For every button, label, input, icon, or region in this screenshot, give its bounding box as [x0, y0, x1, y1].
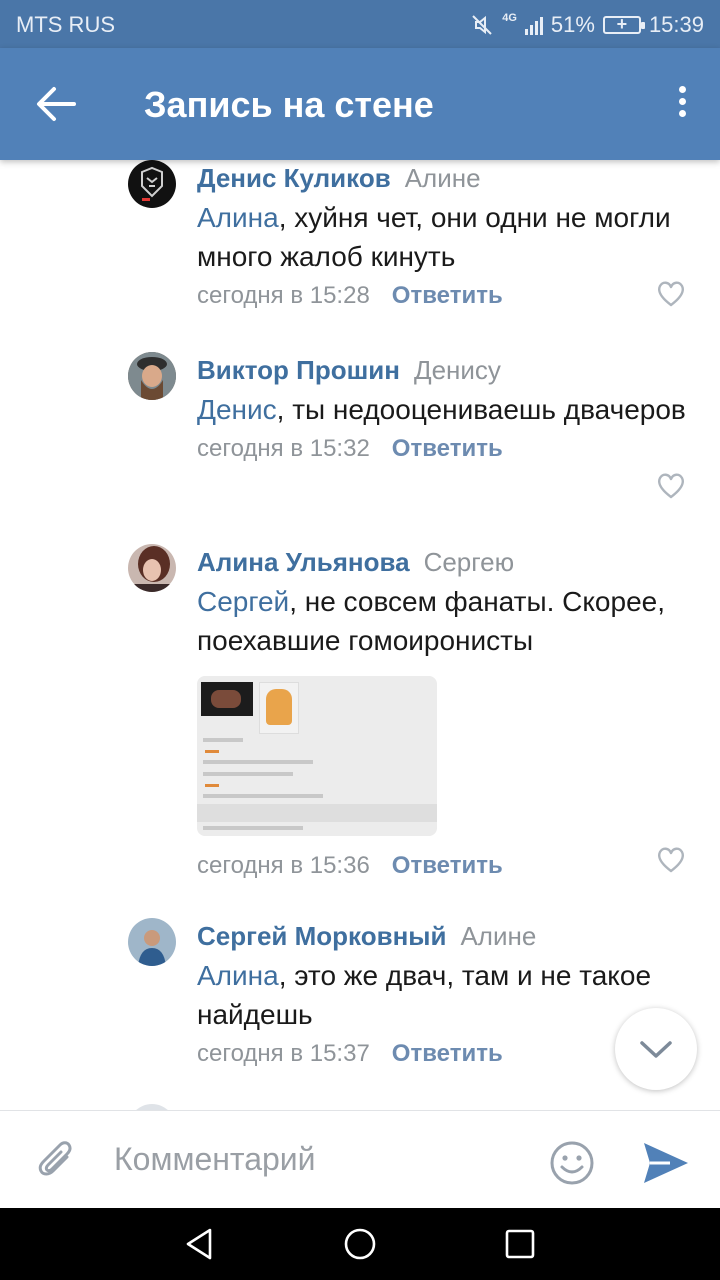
author-name[interactable]: Алина Ульянова: [197, 547, 410, 577]
comment-text: Сергей, не совсем фанаты. Скорее, поехав…: [197, 582, 690, 660]
nav-recents-icon[interactable]: [502, 1226, 538, 1262]
avatar[interactable]: [128, 352, 176, 400]
comment-text: Денис, ты недооцениваешь двачеров: [197, 390, 690, 429]
author-name[interactable]: Виктор Прошин: [197, 355, 400, 385]
comment-time: сегодня в 15:32: [197, 435, 370, 462]
avatar[interactable]: [128, 160, 176, 208]
scroll-down-button[interactable]: [615, 1008, 697, 1090]
comment-meta: сегодня в 15:32 Ответить: [197, 431, 690, 467]
avatar[interactable]: [128, 918, 176, 966]
mention-link[interactable]: Алина: [197, 202, 279, 233]
clock: 15:39: [648, 12, 704, 37]
comment-header: Виктор Прошин Денису: [197, 352, 690, 388]
nav-home-icon[interactable]: [342, 1226, 378, 1262]
reply-to[interactable]: Денису: [414, 355, 501, 385]
smile-icon[interactable]: [548, 1139, 596, 1187]
chevron-down-icon: [640, 1041, 672, 1058]
comment-time: сегодня в 15:28: [197, 282, 370, 309]
comment-time: сегодня в 15:37: [197, 1040, 370, 1067]
paperclip-icon[interactable]: [34, 1139, 80, 1185]
heart-icon[interactable]: [656, 280, 686, 308]
comment-meta: сегодня в 15:36 Ответить: [197, 848, 690, 884]
reply-to[interactable]: Алине: [460, 921, 536, 951]
comment-content: Виктор Прошин Денису Денис, ты недооценив…: [197, 352, 690, 467]
battery-icon: +: [602, 14, 645, 34]
comment-composer: Комментарий: [0, 1110, 720, 1208]
reply-to[interactable]: Алине: [405, 163, 481, 193]
author-name[interactable]: Денис Куликов: [197, 163, 391, 193]
comment-text: Алина, хуйня чет, они одни не могли мног…: [197, 198, 690, 276]
comment-input[interactable]: Комментарий: [114, 1141, 316, 1178]
comment-content: Алина Ульянова Сергею Сергей, не совсем ф…: [197, 544, 690, 884]
author-name[interactable]: Сергей Морковный: [197, 921, 446, 951]
mention-link[interactable]: Алина: [197, 960, 279, 991]
reply-button[interactable]: Ответить: [392, 1040, 503, 1067]
network-type: 4G: [502, 12, 517, 24]
comment-text-body: , ты недооцениваешь двачеров: [276, 394, 686, 425]
app-bar: Запись на стене: [0, 48, 720, 160]
comment-header: Денис Куликов Алине: [197, 160, 690, 196]
battery-percent: 51%: [550, 12, 595, 37]
image-attachment[interactable]: [197, 676, 437, 836]
comment-meta: сегодня в 15:28 Ответить: [197, 278, 690, 314]
comment-header: Сергей Морковный Алине: [197, 918, 690, 954]
page-title: Запись на стене: [144, 84, 434, 125]
comment-time: сегодня в 15:36: [197, 852, 370, 879]
mute-icon: [472, 15, 492, 35]
reply-button[interactable]: Ответить: [392, 852, 503, 879]
avatar[interactable]: [128, 544, 176, 592]
comment-header: Алина Ульянова Сергею: [197, 544, 690, 580]
heart-icon[interactable]: [656, 472, 686, 500]
comment-content: Денис Куликов Алине Алина, хуйня чет, они…: [197, 160, 690, 314]
status-icons: 4G 51% + 15:39: [470, 12, 704, 38]
reply-button[interactable]: Ответить: [392, 435, 503, 462]
arrow-left-icon[interactable]: [34, 84, 78, 124]
send-icon[interactable]: [640, 1139, 692, 1187]
nav-back-icon[interactable]: [182, 1226, 218, 1262]
mention-link[interactable]: Сергей: [197, 586, 289, 617]
signal-icon: [524, 15, 543, 35]
more-vertical-icon[interactable]: [676, 86, 688, 122]
mention-link[interactable]: Денис: [197, 394, 277, 425]
system-nav-bar: [0, 1208, 720, 1280]
status-bar: MTS RUS 4G 51% + 15:39: [0, 0, 720, 48]
reply-button[interactable]: Ответить: [392, 282, 503, 309]
heart-icon[interactable]: [656, 846, 686, 874]
comments-feed[interactable]: Денис Куликов Алине Алина, хуйня чет, они…: [0, 160, 720, 1110]
carrier-name: MTS RUS: [16, 12, 115, 37]
reply-to[interactable]: Сергею: [424, 547, 515, 577]
